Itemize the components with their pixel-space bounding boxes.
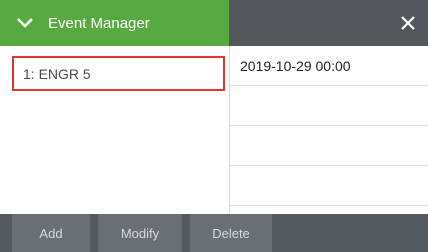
event-list-item[interactable]: 1: ENGR 5 bbox=[12, 56, 225, 91]
event-label: 1: ENGR 5 bbox=[23, 65, 91, 82]
time-list: 2019-10-29 00:00 bbox=[230, 46, 428, 214]
event-list: 1: ENGR 5 bbox=[0, 46, 230, 214]
header-bar: Event Manager bbox=[0, 0, 428, 46]
time-row[interactable]: 2019-10-29 00:00 bbox=[230, 46, 428, 86]
event-manager-title-bar[interactable]: Event Manager bbox=[0, 0, 229, 46]
time-value: 2019-10-29 00:00 bbox=[240, 57, 351, 74]
time-row[interactable] bbox=[230, 86, 428, 126]
delete-button[interactable]: Delete bbox=[190, 214, 272, 252]
close-icon bbox=[401, 16, 415, 30]
time-row[interactable] bbox=[230, 166, 428, 206]
close-button[interactable] bbox=[388, 0, 428, 46]
add-button[interactable]: Add bbox=[12, 214, 90, 252]
page-title: Event Manager bbox=[48, 14, 150, 32]
footer-toolbar: Add Modify Delete bbox=[0, 214, 428, 252]
modify-button[interactable]: Modify bbox=[98, 214, 182, 252]
time-row[interactable] bbox=[230, 126, 428, 166]
chevron-down-icon[interactable] bbox=[16, 14, 34, 32]
